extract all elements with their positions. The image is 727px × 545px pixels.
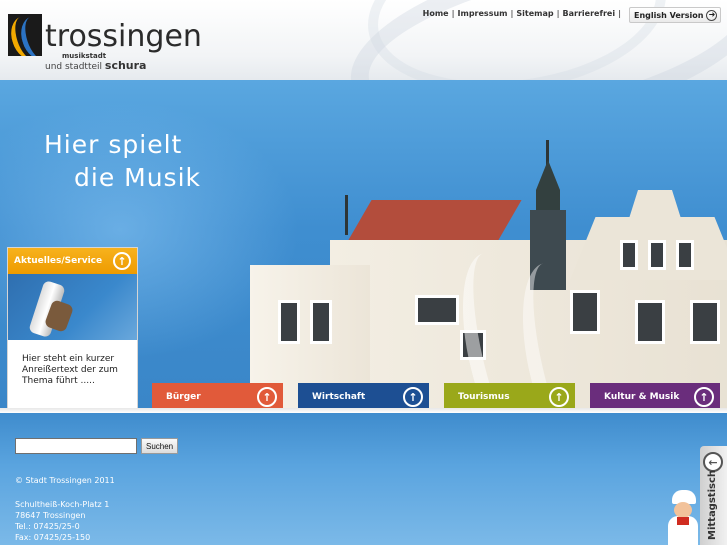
category-wirtschaft[interactable]: Wirtschaft ↑ xyxy=(298,383,429,411)
address-fax: Fax: 07425/25-150 xyxy=(15,533,91,542)
address-block: Schultheiß-Koch-Platz 1 78647 Trossingen… xyxy=(15,499,109,543)
english-version-label: English Version xyxy=(634,10,704,20)
english-version-button[interactable]: English Version ➜ xyxy=(629,7,722,23)
search-form: Suchen xyxy=(15,438,179,454)
nav-link-impressum[interactable]: Impressum xyxy=(458,9,508,18)
arrow-up-icon[interactable]: ↑ xyxy=(113,252,131,270)
news-teaser-text[interactable]: Hier steht ein kurzer Anreißertext der z… xyxy=(8,340,137,387)
category-tourismus[interactable]: Tourismus ↑ xyxy=(444,383,575,411)
hero-headline-line2: die Musik xyxy=(74,163,202,192)
search-button[interactable]: Suchen xyxy=(141,438,179,454)
category-navigation: Bürger ↑ Wirtschaft ↑ Tourismus ↑ Kultur… xyxy=(0,383,727,411)
nav-separator: | xyxy=(510,9,514,18)
logo-title[interactable]: trossingen xyxy=(45,22,202,52)
address-phone: Tel.: 07425/25-0 xyxy=(15,522,80,531)
search-input[interactable] xyxy=(15,438,137,454)
copyright-text: © Stadt Trossingen 2011 xyxy=(15,476,115,485)
address-city: 78647 Trossingen xyxy=(15,511,86,520)
footer-area: Suchen © Stadt Trossingen 2011 Schulthei… xyxy=(0,413,727,545)
category-label: Wirtschaft xyxy=(312,392,366,402)
top-navigation: Home | Impressum | Sitemap | Barrierefre… xyxy=(423,9,624,18)
nav-link-barrierefrei[interactable]: Barrierefrei xyxy=(563,9,616,18)
arrow-up-icon: ↑ xyxy=(694,387,714,407)
hero-headline: Hier spielt die Musik xyxy=(44,128,201,194)
logo-tagline-prefix: und stadtteil xyxy=(45,62,103,72)
nav-link-home[interactable]: Home xyxy=(423,9,449,18)
site-header: trossingen musikstadt und stadtteil schu… xyxy=(0,0,727,80)
logo-tagline-bold: schura xyxy=(104,59,147,72)
category-label: Tourismus xyxy=(458,392,510,402)
nav-separator: | xyxy=(618,9,621,18)
news-image-phone[interactable] xyxy=(8,274,137,340)
nav-link-sitemap[interactable]: Sitemap xyxy=(516,9,553,18)
arrow-up-icon: ↑ xyxy=(403,387,423,407)
category-label: Bürger xyxy=(166,392,201,402)
logo-icon[interactable] xyxy=(8,14,42,56)
category-kultur-musik[interactable]: Kultur & Musik ↑ xyxy=(590,383,720,411)
arrow-up-icon: ↑ xyxy=(549,387,569,407)
nav-separator: | xyxy=(451,9,455,18)
mittagstisch-label: Mittagstisch xyxy=(707,469,718,540)
arrow-right-icon: ➜ xyxy=(706,9,718,21)
arrow-up-icon: ↑ xyxy=(257,387,277,407)
nav-separator: | xyxy=(556,9,560,18)
news-service-header[interactable]: Aktuelles/Service ↑ xyxy=(8,248,137,274)
mittagstisch-tab[interactable]: ← Mittagstisch xyxy=(700,446,727,545)
logo-tagline: und stadtteil schura xyxy=(45,59,146,72)
news-service-heading: Aktuelles/Service xyxy=(14,256,103,266)
chef-icon[interactable] xyxy=(664,490,702,545)
address-street: Schultheiß-Koch-Platz 1 xyxy=(15,500,110,509)
category-buerger[interactable]: Bürger ↑ xyxy=(152,383,283,411)
category-label: Kultur & Musik xyxy=(604,392,680,402)
town-hall-image xyxy=(240,140,727,410)
hero-headline-line1: Hier spielt xyxy=(44,130,183,159)
